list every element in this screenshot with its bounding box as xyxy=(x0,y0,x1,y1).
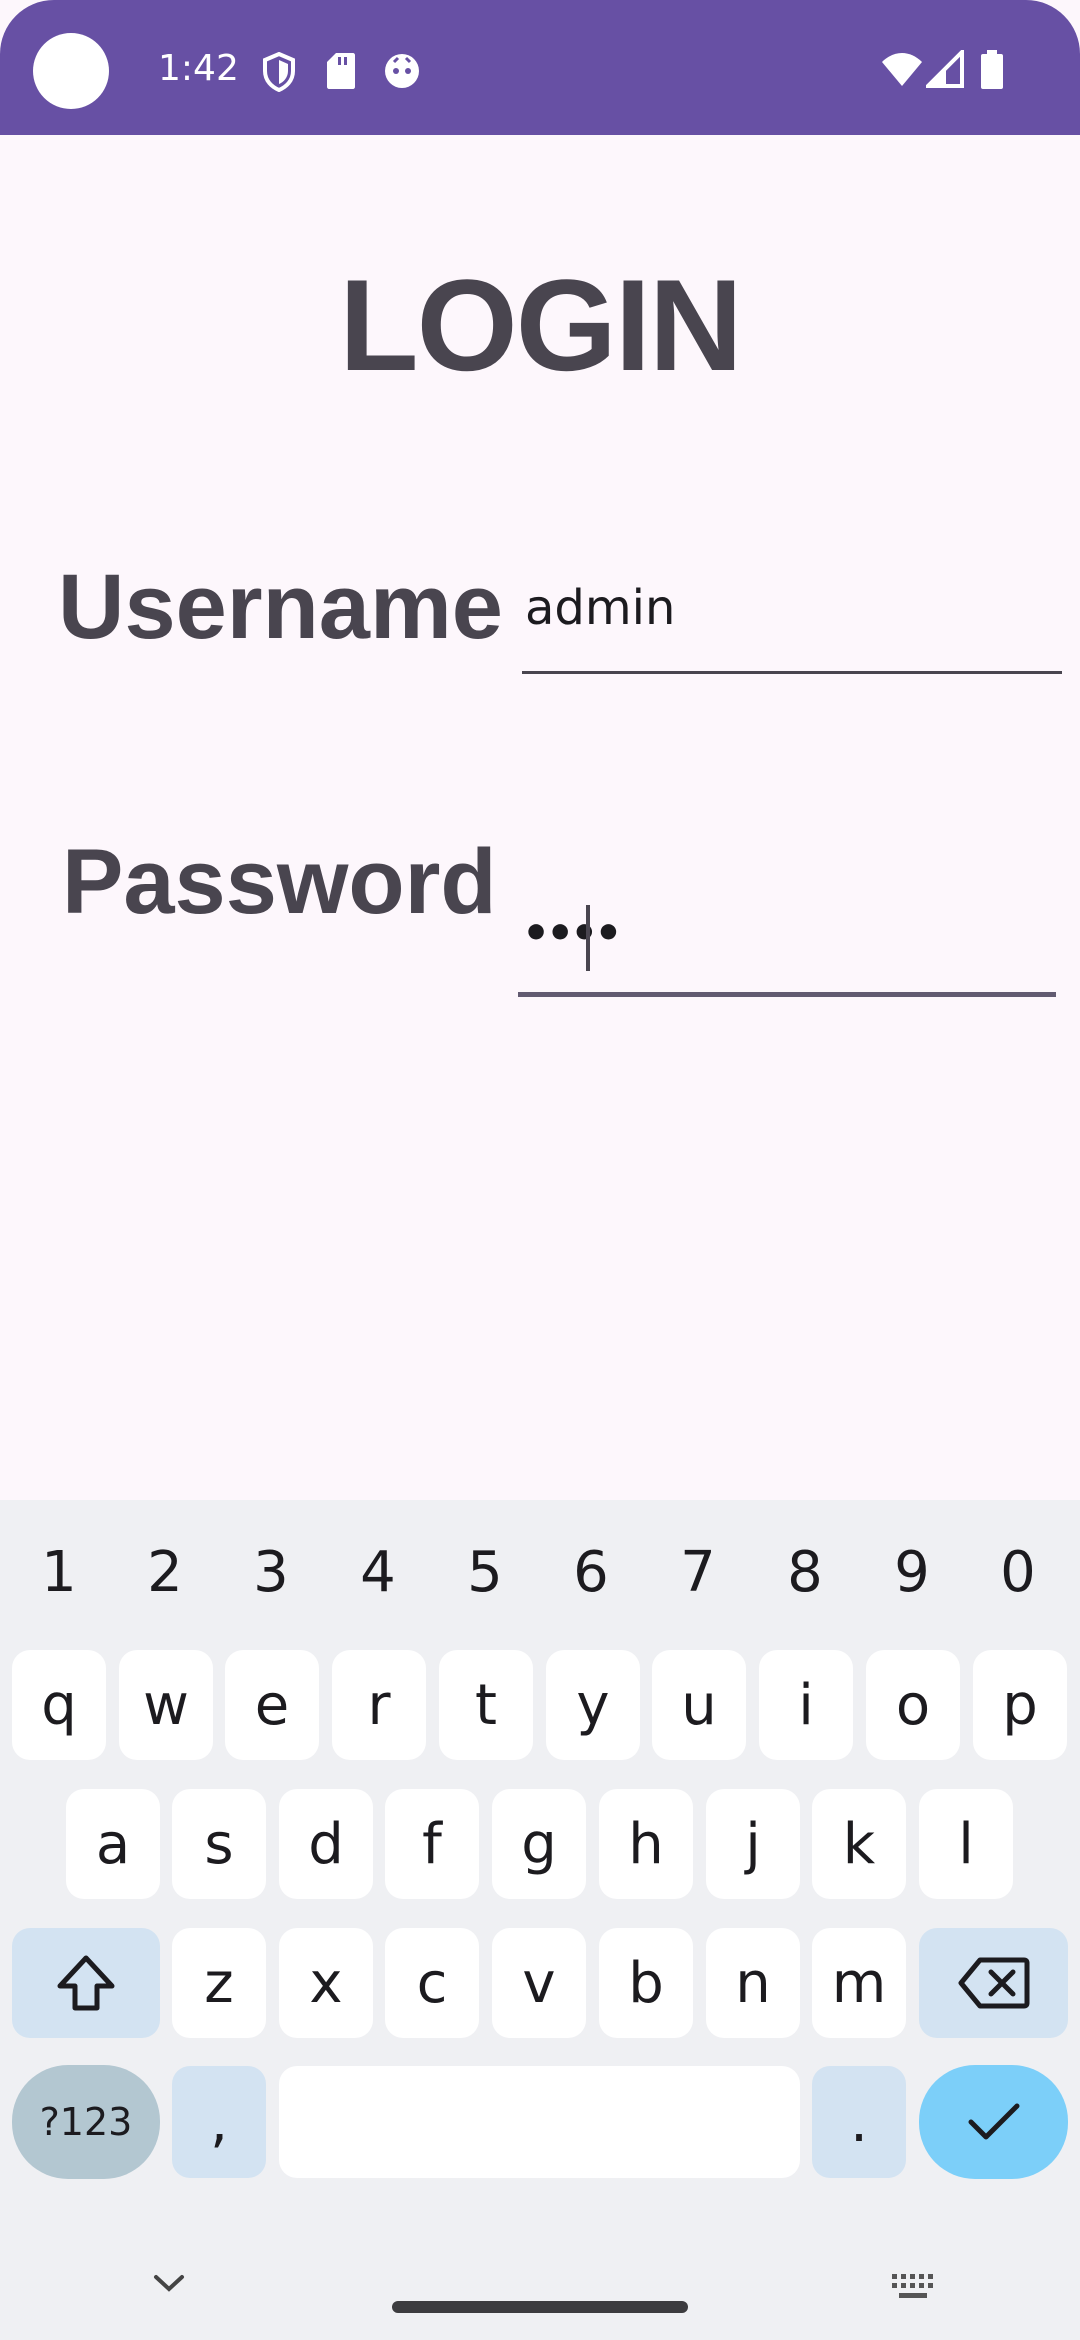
status-bar: 1:42 xyxy=(0,0,1080,135)
key-k[interactable]: k xyxy=(812,1789,906,1899)
shift-key[interactable] xyxy=(12,1928,160,2038)
key-w[interactable]: w xyxy=(119,1650,213,1760)
key-v[interactable]: v xyxy=(492,1928,586,2038)
signal-icon xyxy=(926,50,964,88)
key-m[interactable]: m xyxy=(812,1928,906,2038)
period-key[interactable]: . xyxy=(812,2066,906,2178)
checkmark-icon xyxy=(968,2103,1019,2140)
key-c[interactable]: c xyxy=(385,1928,479,2038)
key-p[interactable]: p xyxy=(973,1650,1067,1760)
gesture-nav-handle[interactable] xyxy=(392,2301,688,2313)
backspace-key[interactable] xyxy=(919,1928,1068,2038)
username-field[interactable]: admin xyxy=(522,560,1062,675)
key-b[interactable]: b xyxy=(599,1928,693,2038)
space-key[interactable] xyxy=(279,2066,800,2178)
key-h[interactable]: h xyxy=(599,1789,693,1899)
hide-keyboard-chevron-icon[interactable] xyxy=(153,2273,185,2293)
key-2[interactable]: 2 xyxy=(135,1540,195,1605)
key-a[interactable]: a xyxy=(66,1789,160,1899)
key-6[interactable]: 6 xyxy=(561,1540,621,1605)
shift-icon xyxy=(57,1955,115,2011)
wifi-icon xyxy=(882,53,922,86)
key-8[interactable]: 8 xyxy=(775,1540,835,1605)
status-time: 1:42 xyxy=(158,48,239,89)
password-value: •••• xyxy=(522,908,622,959)
page-title: LOGIN xyxy=(339,252,743,398)
username-label: Username xyxy=(58,556,503,658)
key-y[interactable]: y xyxy=(546,1650,640,1760)
key-n[interactable]: n xyxy=(706,1928,800,2038)
key-i[interactable]: i xyxy=(759,1650,853,1760)
keyboard-switch-icon[interactable] xyxy=(890,2272,936,2300)
soft-keyboard: 1 2 3 4 5 6 7 8 9 0 q w e r t y u i o p … xyxy=(0,1500,1080,2340)
key-o[interactable]: o xyxy=(866,1650,960,1760)
backspace-icon xyxy=(958,1957,1029,2009)
key-9[interactable]: 9 xyxy=(882,1540,942,1605)
face-icon xyxy=(385,54,419,88)
key-f[interactable]: f xyxy=(385,1789,479,1899)
key-s[interactable]: s xyxy=(172,1789,266,1899)
key-j[interactable]: j xyxy=(706,1789,800,1899)
key-1[interactable]: 1 xyxy=(29,1540,89,1605)
key-r[interactable]: r xyxy=(332,1650,426,1760)
shield-icon xyxy=(263,52,295,92)
username-underline xyxy=(522,671,1062,674)
key-z[interactable]: z xyxy=(172,1928,266,2038)
password-underline xyxy=(518,992,1056,997)
key-7[interactable]: 7 xyxy=(668,1540,728,1605)
password-field[interactable]: •••• xyxy=(518,880,1056,1000)
key-0[interactable]: 0 xyxy=(988,1540,1048,1605)
key-t[interactable]: t xyxy=(439,1650,533,1760)
symbols-key[interactable]: ?123 xyxy=(12,2065,160,2179)
username-value: admin xyxy=(525,580,676,636)
sd-card-icon xyxy=(327,53,355,89)
key-4[interactable]: 4 xyxy=(348,1540,408,1605)
camera-cutout xyxy=(33,33,109,109)
key-g[interactable]: g xyxy=(492,1789,586,1899)
key-u[interactable]: u xyxy=(652,1650,746,1760)
key-x[interactable]: x xyxy=(279,1928,373,2038)
key-3[interactable]: 3 xyxy=(241,1540,301,1605)
key-5[interactable]: 5 xyxy=(455,1540,515,1605)
battery-icon xyxy=(981,50,1003,89)
key-e[interactable]: e xyxy=(225,1650,319,1760)
number-row: 1 2 3 4 5 6 7 8 9 0 xyxy=(0,1540,1080,1610)
enter-key[interactable] xyxy=(919,2065,1068,2179)
key-q[interactable]: q xyxy=(12,1650,106,1760)
comma-key[interactable]: , xyxy=(172,2066,266,2178)
key-d[interactable]: d xyxy=(279,1789,373,1899)
key-l[interactable]: l xyxy=(919,1789,1013,1899)
password-label: Password xyxy=(62,831,497,933)
text-cursor xyxy=(586,905,590,971)
